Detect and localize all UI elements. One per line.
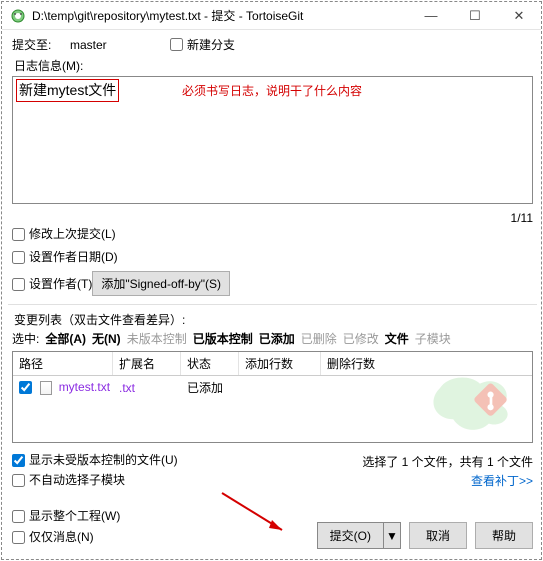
log-message-text: 新建mytest文件	[16, 79, 119, 102]
filter-deleted[interactable]: 已删除	[301, 330, 337, 347]
col-dellines[interactable]: 删除行数	[321, 352, 532, 375]
row-status: 已添加	[181, 376, 239, 399]
selected-label: 选中:	[12, 330, 39, 347]
filter-added[interactable]: 已添加	[259, 330, 295, 347]
no-autoselect-sub-checkbox[interactable]	[12, 474, 25, 487]
row-filename: mytest.txt	[59, 380, 110, 394]
commit-dialog: D:\temp\git\repository\mytest.txt - 提交 -…	[1, 1, 542, 560]
set-author-checkbox[interactable]	[12, 278, 25, 291]
col-ext[interactable]: 扩展名	[113, 352, 181, 375]
col-addlines[interactable]: 添加行数	[239, 352, 321, 375]
whole-project-option[interactable]: 显示整个工程(W)	[12, 507, 120, 524]
filter-files[interactable]: 文件	[385, 330, 409, 347]
titlebar: D:\temp\git\repository\mytest.txt - 提交 -…	[2, 2, 541, 30]
filter-none[interactable]: 无(N)	[92, 330, 121, 347]
commit-dropdown[interactable]: ▼	[383, 522, 401, 549]
log-message-label: 日志信息(M):	[14, 57, 533, 74]
row-dellines	[321, 385, 532, 391]
show-unversioned-option[interactable]: 显示未受版本控制的文件(U)	[12, 451, 178, 468]
filter-versioned[interactable]: 已版本控制	[193, 330, 253, 347]
row-ext: .txt	[113, 378, 181, 398]
filter-submodules[interactable]: 子模块	[415, 330, 451, 347]
log-counter: 1/11	[12, 211, 533, 225]
commit-to-label: 提交至:	[12, 36, 70, 53]
commit-split-button[interactable]: 提交(O) ▼	[317, 522, 401, 549]
signed-off-button[interactable]: 添加"Signed-off-by"(S)	[92, 271, 230, 296]
row-checkbox[interactable]	[19, 381, 32, 394]
close-button[interactable]: ✕	[497, 4, 541, 28]
commit-button[interactable]: 提交(O)	[317, 522, 383, 549]
changes-header: 变更列表（双击文件查看差异）:	[14, 311, 533, 328]
amend-option[interactable]: 修改上次提交(L)	[12, 225, 116, 242]
selection-summary: 选择了 1 个文件，共有 1 个文件	[362, 453, 533, 470]
msg-only-option[interactable]: 仅仅消息(N)	[12, 528, 94, 545]
help-button[interactable]: 帮助	[475, 522, 533, 549]
no-autoselect-sub-option[interactable]: 不自动选择子模块	[12, 471, 125, 488]
filter-modified[interactable]: 已修改	[343, 330, 379, 347]
author-date-option[interactable]: 设置作者日期(D)	[12, 248, 118, 265]
branch-name: master	[70, 38, 170, 52]
maximize-button[interactable]: ☐	[453, 4, 497, 28]
new-branch-checkbox[interactable]	[170, 38, 183, 51]
msg-only-checkbox[interactable]	[12, 531, 25, 544]
app-icon	[10, 8, 26, 24]
whole-project-checkbox[interactable]	[12, 510, 25, 523]
col-path[interactable]: 路径	[13, 352, 113, 375]
view-patch-link[interactable]: 查看补丁>>	[471, 472, 533, 489]
amend-checkbox[interactable]	[12, 228, 25, 241]
row-addlines	[239, 385, 321, 391]
filter-unversioned[interactable]: 未版本控制	[127, 330, 187, 347]
file-icon	[40, 381, 52, 395]
new-branch-label: 新建分支	[187, 36, 235, 53]
cancel-button[interactable]: 取消	[409, 522, 467, 549]
author-date-checkbox[interactable]	[12, 251, 25, 264]
window-title: D:\temp\git\repository\mytest.txt - 提交 -…	[32, 7, 409, 24]
filter-all[interactable]: 全部(A)	[45, 330, 86, 347]
changes-table: 路径 扩展名 状态 添加行数 删除行数 mytest.txt .txt 已添加	[12, 351, 533, 443]
show-unversioned-checkbox[interactable]	[12, 454, 25, 467]
new-branch-option[interactable]: 新建分支	[170, 36, 235, 53]
log-annotation: 必须书写日志，说明干了什么内容	[182, 82, 362, 99]
col-status[interactable]: 状态	[181, 352, 239, 375]
minimize-button[interactable]: —	[409, 4, 453, 28]
set-author-option[interactable]: 设置作者(T)	[12, 275, 92, 292]
table-row[interactable]: mytest.txt .txt 已添加	[13, 376, 532, 399]
